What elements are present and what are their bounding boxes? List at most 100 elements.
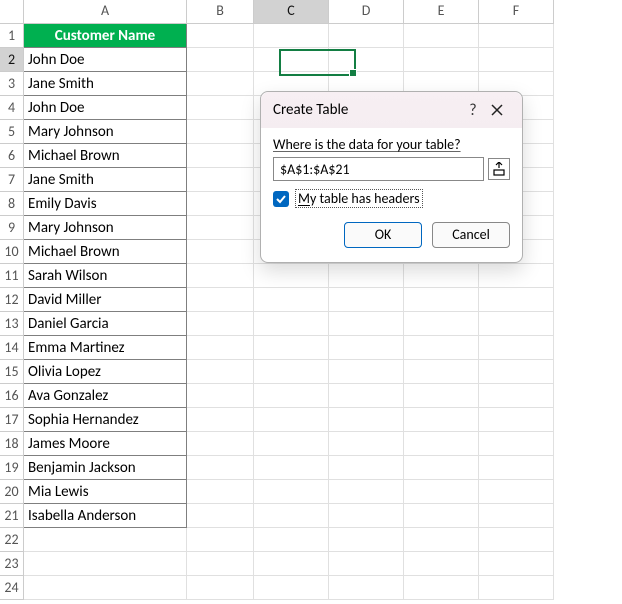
row-header[interactable]: 2 (0, 48, 24, 72)
empty-cell[interactable] (479, 360, 554, 384)
empty-cell[interactable] (479, 432, 554, 456)
empty-cell[interactable] (404, 480, 479, 504)
empty-cell[interactable] (187, 264, 254, 288)
empty-cell[interactable] (187, 216, 254, 240)
empty-cell[interactable] (187, 120, 254, 144)
collapse-dialog-button[interactable] (488, 158, 510, 180)
row-header[interactable]: 11 (0, 264, 24, 288)
row-header[interactable]: 23 (0, 552, 24, 576)
empty-cell[interactable] (254, 408, 329, 432)
empty-cell[interactable] (479, 576, 554, 600)
ok-button[interactable]: OK (344, 222, 422, 248)
empty-cell[interactable] (24, 576, 187, 600)
col-header-E[interactable]: E (404, 0, 479, 24)
empty-cell[interactable] (404, 528, 479, 552)
row-header[interactable]: 16 (0, 384, 24, 408)
empty-cell[interactable] (254, 288, 329, 312)
empty-cell[interactable] (187, 288, 254, 312)
empty-cell[interactable] (329, 360, 404, 384)
empty-cell[interactable] (329, 504, 404, 528)
empty-cell[interactable] (479, 504, 554, 528)
row-header[interactable]: 19 (0, 456, 24, 480)
table-data-cell[interactable]: Daniel Garcia (24, 312, 187, 336)
table-data-cell[interactable]: Jane Smith (24, 72, 187, 96)
empty-cell[interactable] (404, 312, 479, 336)
empty-cell[interactable] (404, 264, 479, 288)
empty-cell[interactable] (404, 288, 479, 312)
empty-cell[interactable] (187, 96, 254, 120)
row-header[interactable]: 15 (0, 360, 24, 384)
col-header-A[interactable]: A (24, 0, 187, 24)
col-header-C[interactable]: C (254, 0, 329, 24)
empty-cell[interactable] (254, 360, 329, 384)
table-data-cell[interactable]: Emily Davis (24, 192, 187, 216)
table-data-cell[interactable]: John Doe (24, 96, 187, 120)
empty-cell[interactable] (404, 456, 479, 480)
empty-cell[interactable] (187, 504, 254, 528)
row-header[interactable]: 20 (0, 480, 24, 504)
empty-cell[interactable] (404, 48, 479, 72)
empty-cell[interactable] (187, 576, 254, 600)
empty-cell[interactable] (329, 312, 404, 336)
row-header[interactable]: 12 (0, 288, 24, 312)
empty-cell[interactable] (479, 48, 554, 72)
spreadsheet-grid[interactable]: A B C D E F 1Customer Name2John Doe3Jane… (0, 0, 622, 600)
empty-cell[interactable] (187, 336, 254, 360)
empty-cell[interactable] (254, 264, 329, 288)
row-header[interactable]: 7 (0, 168, 24, 192)
empty-cell[interactable] (187, 192, 254, 216)
empty-cell[interactable] (254, 480, 329, 504)
empty-cell[interactable] (254, 504, 329, 528)
table-header-cell[interactable]: Customer Name (24, 24, 187, 48)
row-header[interactable]: 8 (0, 192, 24, 216)
empty-cell[interactable] (404, 432, 479, 456)
empty-cell[interactable] (187, 408, 254, 432)
empty-cell[interactable] (479, 528, 554, 552)
empty-cell[interactable] (479, 312, 554, 336)
empty-cell[interactable] (329, 552, 404, 576)
empty-cell[interactable] (329, 264, 404, 288)
empty-cell[interactable] (404, 384, 479, 408)
table-data-cell[interactable]: David Miller (24, 288, 187, 312)
table-data-cell[interactable]: Benjamin Jackson (24, 456, 187, 480)
empty-cell[interactable] (329, 456, 404, 480)
empty-cell[interactable] (479, 24, 554, 48)
row-header[interactable]: 18 (0, 432, 24, 456)
empty-cell[interactable] (479, 456, 554, 480)
table-data-cell[interactable]: Jane Smith (24, 168, 187, 192)
col-header-F[interactable]: F (479, 0, 554, 24)
empty-cell[interactable] (479, 336, 554, 360)
table-data-cell[interactable]: James Moore (24, 432, 187, 456)
empty-cell[interactable] (187, 480, 254, 504)
col-header-D[interactable]: D (329, 0, 404, 24)
table-data-cell[interactable]: Olivia Lopez (24, 360, 187, 384)
empty-cell[interactable] (329, 480, 404, 504)
empty-cell[interactable] (479, 408, 554, 432)
row-header[interactable]: 9 (0, 216, 24, 240)
table-data-cell[interactable]: Ava Gonzalez (24, 384, 187, 408)
empty-cell[interactable] (187, 432, 254, 456)
headers-checkbox[interactable] (273, 191, 289, 207)
empty-cell[interactable] (404, 576, 479, 600)
empty-cell[interactable] (187, 24, 254, 48)
empty-cell[interactable] (254, 552, 329, 576)
select-all-corner[interactable] (0, 0, 24, 24)
table-data-cell[interactable]: Isabella Anderson (24, 504, 187, 528)
table-data-cell[interactable]: Michael Brown (24, 144, 187, 168)
row-header[interactable]: 6 (0, 144, 24, 168)
empty-cell[interactable] (329, 408, 404, 432)
row-header[interactable]: 24 (0, 576, 24, 600)
empty-cell[interactable] (329, 384, 404, 408)
empty-cell[interactable] (254, 432, 329, 456)
empty-cell[interactable] (479, 480, 554, 504)
empty-cell[interactable] (254, 576, 329, 600)
table-data-cell[interactable]: Mary Johnson (24, 120, 187, 144)
empty-cell[interactable] (24, 528, 187, 552)
empty-cell[interactable] (479, 552, 554, 576)
empty-cell[interactable] (254, 456, 329, 480)
row-header[interactable]: 1 (0, 24, 24, 48)
row-header[interactable]: 13 (0, 312, 24, 336)
empty-cell[interactable] (329, 576, 404, 600)
row-header[interactable]: 14 (0, 336, 24, 360)
empty-cell[interactable] (254, 312, 329, 336)
